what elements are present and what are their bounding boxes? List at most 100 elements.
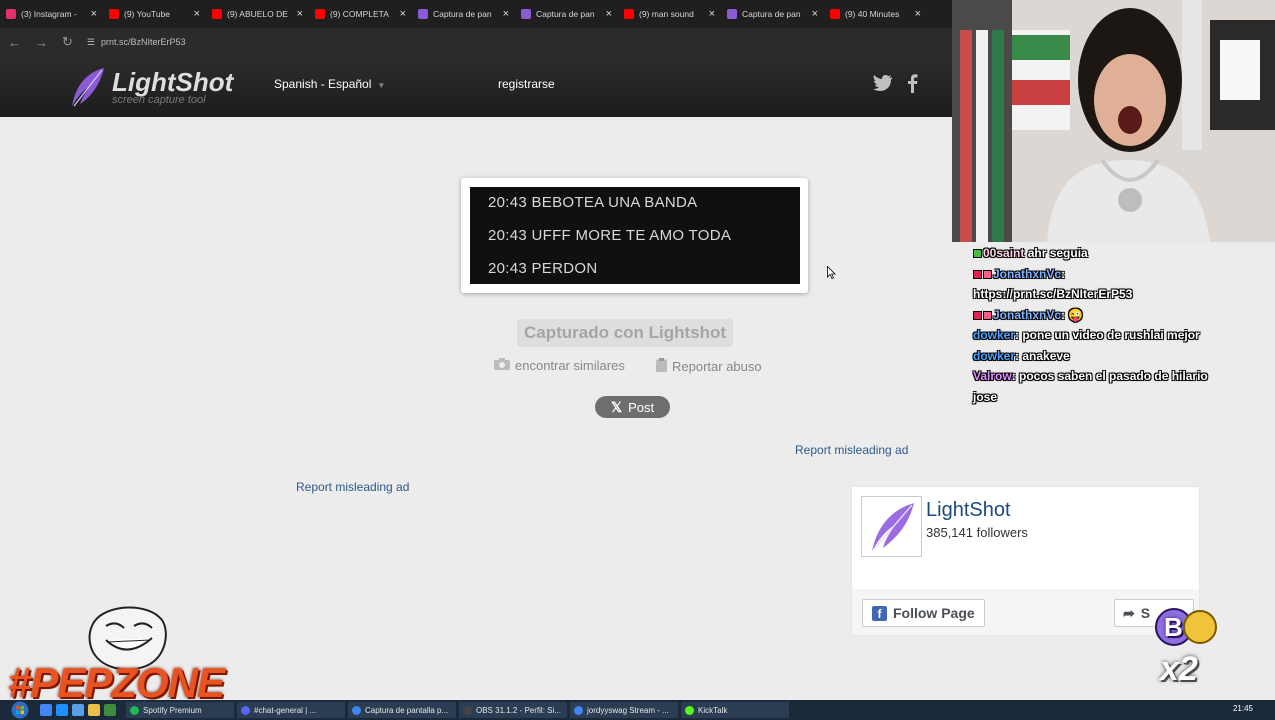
start-button[interactable] bbox=[0, 700, 40, 720]
close-icon[interactable]: × bbox=[709, 8, 715, 20]
facebook-icon[interactable] bbox=[906, 74, 918, 98]
tab-favicon-icon bbox=[6, 9, 16, 19]
chat-badge-icon bbox=[983, 269, 992, 279]
ie-quicklaunch-icon[interactable] bbox=[72, 704, 84, 716]
taskbar-app-label: jordyyswag Stream - ... bbox=[587, 705, 669, 715]
screenshot-image[interactable]: 20:43 BEBOTEA UNA BANDA 20:43 UFFF MORE … bbox=[470, 187, 800, 284]
browser-tab[interactable]: (9) YouTube × bbox=[103, 0, 206, 28]
browser-tab[interactable]: (9) COMPLETA × bbox=[309, 0, 412, 28]
tab-favicon-icon bbox=[109, 9, 119, 19]
taskbar: Spotify Premium #chat-general | ... Captur… bbox=[0, 700, 1275, 720]
close-icon[interactable]: × bbox=[812, 8, 818, 20]
taskbar-app-icon bbox=[241, 705, 250, 715]
chat-text: : bbox=[1061, 266, 1066, 281]
screenshot-line: 20:43 PERDON bbox=[488, 260, 598, 277]
close-icon[interactable]: × bbox=[194, 8, 200, 20]
folder-quicklaunch-icon[interactable] bbox=[88, 704, 100, 716]
chat-message: JonathxnVc: bbox=[973, 267, 1065, 281]
browser-tab[interactable]: Captura de pan × bbox=[721, 0, 824, 28]
tab-label: (9) COMPLETA bbox=[330, 9, 389, 19]
close-icon[interactable]: × bbox=[91, 8, 97, 20]
tab-favicon-icon bbox=[727, 9, 737, 19]
register-link[interactable]: registrarse bbox=[498, 77, 555, 91]
chat-text: https://prnt.sc/BzNIterErP53 bbox=[973, 287, 1133, 301]
share-arrow-icon: ➦ bbox=[1123, 604, 1135, 621]
tab-label: (9) man sound bbox=[639, 9, 694, 19]
browser-tab[interactable]: (9) 40 Minutes × bbox=[824, 0, 927, 28]
language-selector[interactable]: Spanish - Español ▼ bbox=[274, 77, 385, 91]
chat-username: JonathxnVc bbox=[993, 266, 1062, 281]
close-icon[interactable]: × bbox=[606, 8, 612, 20]
captured-with-lightshot-label[interactable]: Capturado con Lightshot bbox=[517, 319, 734, 347]
follow-page-button[interactable]: f Follow Page bbox=[862, 599, 985, 627]
url-field[interactable]: ☰ prnt.sc/BzNIterErP53 bbox=[87, 37, 186, 48]
chat-badge-icon bbox=[973, 269, 982, 279]
chat-username: 00saint bbox=[983, 246, 1025, 260]
post-label: Post bbox=[628, 399, 655, 415]
webcam-feed bbox=[952, 0, 1275, 242]
close-icon[interactable]: × bbox=[400, 8, 406, 20]
reload-icon[interactable]: ↻ bbox=[62, 34, 73, 50]
browser-tab[interactable]: Captura de pan × bbox=[412, 0, 515, 28]
mouse-cursor-icon bbox=[827, 265, 836, 284]
chrome-quicklaunch-icon[interactable] bbox=[40, 704, 52, 716]
report-misleading-ad-link[interactable]: Report misleading ad bbox=[296, 480, 409, 494]
post-to-x-button[interactable]: 𝕏 Post bbox=[595, 396, 670, 418]
chat-message: Valrow: pocos saben el pasado de hilario bbox=[973, 369, 1208, 383]
taskbar-app-button[interactable]: KickTalk bbox=[681, 702, 789, 718]
lightshot-page-avatar[interactable] bbox=[861, 496, 922, 557]
tab-favicon-icon bbox=[830, 9, 840, 19]
facebook-page-widget: LightShot 385,141 followers f Follow Pag… bbox=[851, 486, 1200, 636]
taskbar-app-label: Captura de pantalla p... bbox=[365, 705, 449, 715]
browser-tab[interactable]: (9) ABUELO DE × bbox=[206, 0, 309, 28]
browser-tab[interactable]: Captura de pan × bbox=[515, 0, 618, 28]
report-abuse-link[interactable]: Reportar abuso bbox=[656, 358, 762, 375]
back-icon[interactable]: ← bbox=[8, 35, 21, 50]
screenshot-line: 20:43 BEBOTEA UNA BANDA bbox=[488, 194, 698, 211]
stream-chat-overlay: 00saint ahr seguia JonathxnVc: https://prn… bbox=[952, 242, 1275, 412]
close-icon[interactable]: × bbox=[915, 8, 921, 20]
close-icon[interactable]: × bbox=[503, 8, 509, 20]
chat-badge-icon bbox=[973, 310, 982, 320]
chat-username: dowker bbox=[973, 328, 1016, 342]
windows-logo-icon bbox=[11, 701, 29, 719]
find-similar-link[interactable]: encontrar similares bbox=[494, 358, 625, 373]
taskbar-app-label: #chat-general | ... bbox=[254, 705, 317, 715]
app-quicklaunch-icon[interactable] bbox=[104, 704, 116, 716]
browser-tab[interactable]: (3) Instagram - × bbox=[0, 0, 103, 28]
system-clock[interactable]: 21:45 bbox=[1233, 704, 1253, 713]
lightshot-logo[interactable]: LightShot screen capture tool bbox=[68, 66, 233, 110]
bits-multiplier: x2 bbox=[1160, 650, 1198, 688]
taskbar-app-button[interactable]: #chat-general | ... bbox=[237, 702, 345, 718]
facebook-page-name[interactable]: LightShot bbox=[926, 499, 1011, 522]
address-bar: ← → ↻ ☰ prnt.sc/BzNIterErP53 bbox=[0, 28, 952, 56]
taskbar-app-button[interactable]: Captura de pantalla p... bbox=[348, 702, 456, 718]
taskbar-app-label: OBS 31.1.2 - Perfil: Si... bbox=[476, 705, 561, 715]
chat-text: : 😜 bbox=[1061, 307, 1084, 322]
chat-message: dowker: pone un video de rushlai mejor bbox=[973, 328, 1200, 342]
explorer-quicklaunch-icon[interactable] bbox=[56, 704, 68, 716]
twitter-icon[interactable] bbox=[873, 74, 893, 97]
close-icon[interactable]: × bbox=[297, 8, 303, 20]
chevron-down-icon: ▼ bbox=[377, 81, 386, 90]
share-label: S bbox=[1140, 605, 1151, 621]
language-label: Spanish - Español bbox=[274, 77, 372, 91]
forward-icon[interactable]: → bbox=[35, 35, 48, 50]
taskbar-app-label: KickTalk bbox=[698, 705, 728, 715]
report-misleading-ad-link[interactable]: Report misleading ad bbox=[795, 443, 908, 457]
tab-label: Captura de pan bbox=[433, 9, 492, 19]
taskbar-app-button[interactable]: OBS 31.1.2 - Perfil: Si... bbox=[459, 702, 567, 718]
chat-message: jose bbox=[973, 390, 997, 404]
browser-tab[interactable]: (9) man sound × bbox=[618, 0, 721, 28]
logo-name: LightShot bbox=[112, 67, 234, 97]
browser-tab-strip: (3) Instagram - × (9) YouTube × (9) ABUELO D… bbox=[0, 0, 952, 28]
feather-icon bbox=[72, 68, 104, 107]
taskbar-app-button[interactable]: jordyyswag Stream - ... bbox=[570, 702, 678, 718]
tab-label: (3) Instagram - bbox=[21, 9, 77, 19]
taskbar-app-icon bbox=[574, 705, 583, 715]
site-info-icon[interactable]: ☰ bbox=[87, 37, 95, 48]
taskbar-app-button[interactable]: Spotify Premium bbox=[126, 702, 234, 718]
chat-badge-icon bbox=[983, 310, 992, 320]
webcam-image bbox=[952, 0, 1275, 242]
facebook-logo-icon: f bbox=[872, 605, 887, 621]
